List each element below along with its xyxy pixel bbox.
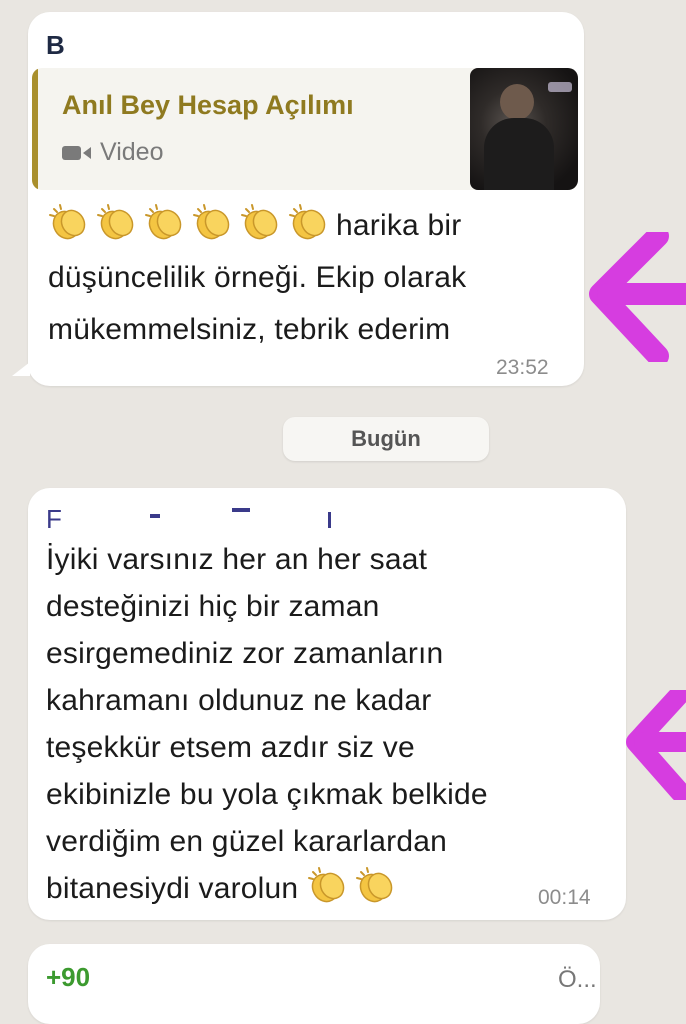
message-line: desteğinizi hiç bir zaman [46, 590, 380, 623]
quoted-subtitle: Video [62, 138, 164, 167]
sender-name-redacted [232, 508, 250, 512]
message-time: 00:14 [538, 886, 591, 909]
message-line: ekibinizle bu yola çıkmak belkide [46, 778, 488, 811]
clapping-hands-icon [241, 204, 278, 240]
clap-emoji-row [307, 867, 403, 905]
video-camera-icon [62, 145, 91, 160]
annotation-arrow-icon [589, 232, 686, 362]
quoted-title: Anıl Bey Hesap Açılımı [62, 90, 354, 120]
message-text: İyiki varsınız her an her saat desteğini… [46, 536, 616, 912]
message-sender: +90 [46, 962, 91, 992]
message-line: kahramanı oldunuz ne kadar [46, 684, 432, 717]
message-line: verdiğim en güzel kararlardan [46, 825, 448, 858]
clapping-hands-icon [289, 204, 326, 240]
clapping-hands-icon [193, 204, 230, 240]
clapping-hands-icon [307, 867, 345, 903]
message-bubble-3[interactable] [28, 944, 600, 1024]
message-line: İyiki varsınız her an her saat [46, 543, 428, 576]
message-line: harika bir [48, 200, 578, 252]
date-separator: Bugün [283, 417, 489, 461]
message-line: esirgemediniz zor zamanların [46, 637, 444, 670]
video-thumbnail[interactable] [470, 68, 578, 190]
message-line: düşüncelilik örneği. Ekip olarak [48, 261, 467, 294]
clap-emoji-row [48, 204, 336, 242]
sender-name-redacted [328, 512, 331, 528]
message-preview: Ö... [558, 966, 597, 993]
message-time: 23:52 [496, 356, 549, 379]
message-line: bitanesiydi varolun [46, 865, 616, 912]
message-line: mükemmelsiniz, tebrik ederim [48, 313, 451, 346]
clapping-hands-icon [355, 867, 393, 903]
message-sender: B [46, 30, 65, 60]
clapping-hands-icon [49, 204, 86, 240]
message-line: teşekkür etsem azdır siz ve [46, 731, 415, 764]
message-text: harika bir düşüncelilik örneği. Ekip ola… [48, 200, 578, 356]
sender-name-redacted [150, 514, 160, 518]
quoted-message[interactable]: Anıl Bey Hesap Açılımı Video [32, 68, 578, 190]
clapping-hands-icon [97, 204, 134, 240]
quoted-type-label: Video [100, 138, 164, 166]
clapping-hands-icon [145, 204, 182, 240]
message-sender: F [46, 504, 62, 534]
quote-accent-bar [32, 68, 38, 190]
annotation-arrow-icon [626, 690, 686, 800]
